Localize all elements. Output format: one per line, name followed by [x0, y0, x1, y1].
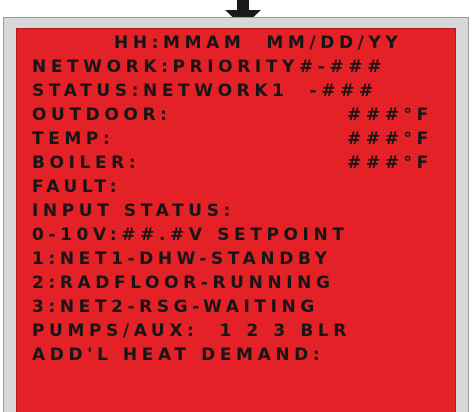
temp-value: ###°F [347, 129, 433, 149]
outdoor-value: ###°F [347, 105, 433, 125]
network-priority-line: NETWORK:PRIORITY#-### [32, 57, 386, 77]
input-status-heading: INPUT STATUS: [32, 201, 235, 221]
lcd-screen: HH:MMAM MM/DD/YY NETWORK:PRIORITY#-### S… [16, 28, 456, 412]
input-3-status: 3:NET2-RSG-WAITING [32, 297, 319, 317]
temp-label: TEMP: [32, 129, 115, 149]
heat-demand-line: ADD'L HEAT DEMAND: [32, 345, 325, 365]
status-line: STATUS:NETWORK1 -### [32, 81, 378, 101]
voltage-setpoint-line: 0-10V:##.#V SETPOINT [32, 225, 349, 245]
fault-line: FAULT: [32, 177, 122, 197]
boiler-label: BOILER: [32, 153, 141, 173]
controller-display-panel: HH:MMAM MM/DD/YY NETWORK:PRIORITY#-### S… [0, 0, 472, 412]
pumps-aux-line: PUMPS/AUX: 1 2 3 BLR [32, 321, 351, 341]
date-time-header: HH:MMAM MM/DD/YY [114, 33, 403, 53]
input-1-status: 1:NET1-DHW-STANDBY [32, 249, 332, 269]
outdoor-label: OUTDOOR: [32, 105, 172, 125]
boiler-value: ###°F [347, 153, 433, 173]
input-2-status: 2:RADFLOOR-RUNNING [32, 273, 335, 293]
